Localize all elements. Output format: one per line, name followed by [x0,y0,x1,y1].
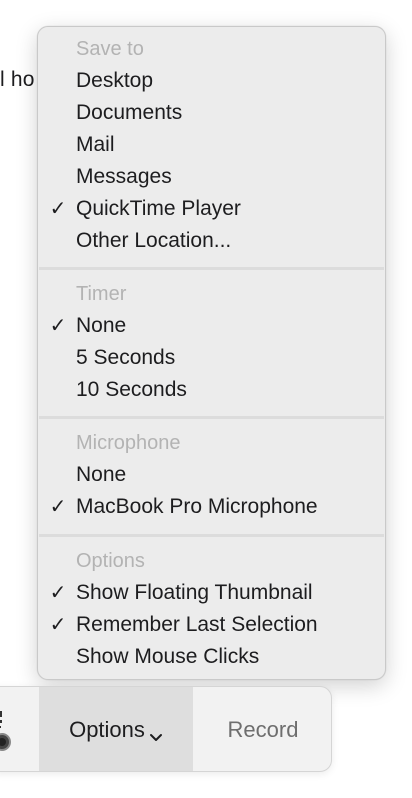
menu-item-label: QuickTime Player [76,197,241,220]
options-button-label: Options [69,717,145,742]
checkmark-icon: ✓ [49,315,67,337]
menu-separator [39,267,384,270]
menu-item-label: Documents [76,101,183,124]
menu-item-label: Remember Last Selection [76,613,318,636]
menu-item-label: None [76,463,127,486]
record-button-label: Record [227,717,299,742]
menu-item-label: Other Location... [76,229,232,252]
menu-item-other-location[interactable]: Other Location... [38,225,385,257]
record-screen-icon[interactable] [0,687,39,771]
menu-item-documents[interactable]: Documents [38,97,385,129]
background-text: l ho [0,68,35,91]
menu-item-desktop[interactable]: Desktop [38,65,385,97]
menu-item-label: Messages [76,165,172,188]
menu-item-messages[interactable]: Messages [38,161,385,193]
menu-item-quicktime-player[interactable]: ✓ QuickTime Player [38,193,385,225]
screenshot-toolbar: Options Record [0,686,332,772]
menu-item-show-mouse-clicks[interactable]: Show Mouse Clicks [38,641,385,673]
menu-separator [39,534,384,537]
menu-item-label: 10 Seconds [76,378,187,401]
menu-item-macbook-pro-microphone[interactable]: ✓ MacBook Pro Microphone [38,491,385,523]
menu-item-label: Show Mouse Clicks [76,645,260,668]
record-button[interactable]: Record [193,687,331,771]
checkmark-icon: ✓ [49,198,67,220]
menu-header-options: Options [76,550,145,572]
menu-item-show-floating-thumbnail[interactable]: ✓ Show Floating Thumbnail [38,577,385,609]
menu-item-remember-last-selection[interactable]: ✓ Remember Last Selection [38,609,385,641]
menu-header-save-to: Save to [76,38,144,60]
menu-item-10-seconds[interactable]: 10 Seconds [38,374,385,406]
menu-item-timer-none[interactable]: ✓ None [38,310,385,342]
checkmark-icon: ✓ [49,582,67,604]
menu-item-mail[interactable]: Mail [38,129,385,161]
menu-item-label: 5 Seconds [76,346,176,369]
checkmark-icon: ✓ [49,614,67,636]
menu-item-label: None [76,314,127,337]
menu-item-label: Desktop [76,69,154,92]
options-menu: Save to Desktop Documents Mail Messages … [37,26,386,680]
menu-item-label: Show Floating Thumbnail [76,581,313,604]
menu-header-microphone: Microphone [76,432,181,454]
menu-item-label: MacBook Pro Microphone [76,495,318,518]
screen: l ho Save to Desktop Documents Mail Mess… [0,0,412,798]
menu-item-microphone-none[interactable]: None [38,459,385,491]
menu-header-timer: Timer [76,283,127,305]
menu-item-label: Mail [76,133,115,156]
menu-item-5-seconds[interactable]: 5 Seconds [38,342,385,374]
menu-separator [39,416,384,419]
checkmark-icon: ✓ [49,496,67,518]
chevron-down-icon [149,725,163,741]
options-button[interactable]: Options [39,687,193,771]
